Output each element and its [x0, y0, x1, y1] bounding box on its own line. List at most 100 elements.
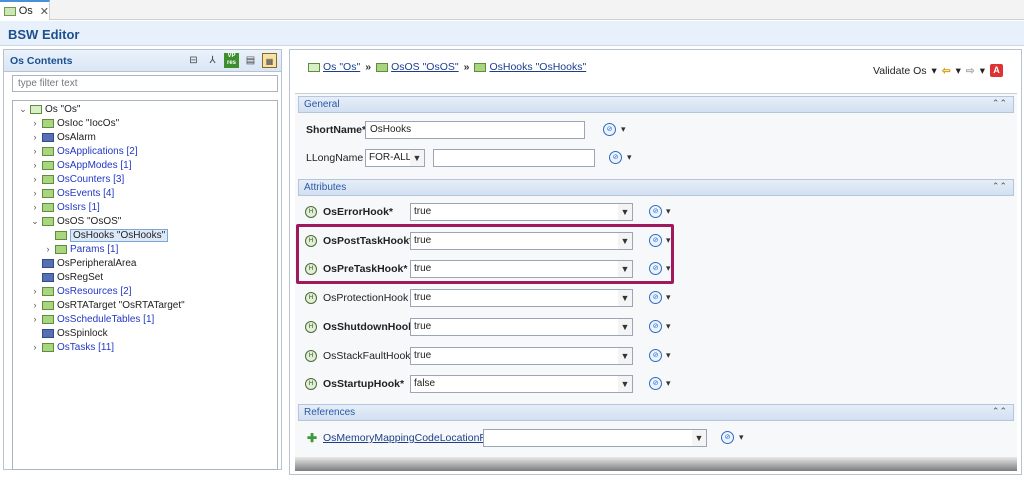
- config-icon[interactable]: ⊘: [649, 205, 662, 218]
- chevron-down-icon[interactable]: ⌄: [31, 216, 39, 227]
- tab-os[interactable]: Os ✕: [0, 0, 50, 20]
- longname-input[interactable]: [433, 149, 595, 167]
- dropdown-arrow-icon[interactable]: ▼: [618, 348, 632, 364]
- osstartuphook-select[interactable]: false ▼: [410, 375, 633, 393]
- config-icon[interactable]: ⊘: [603, 123, 616, 136]
- chevron-down-icon[interactable]: ▾: [621, 124, 626, 135]
- tree-item-osappmodes[interactable]: › OsAppModes [1]: [31, 158, 132, 172]
- config-icon[interactable]: ⊘: [609, 151, 622, 164]
- osshutdownhook-select[interactable]: true ▼: [410, 318, 633, 336]
- tree-item-osregset[interactable]: OsRegSet: [31, 270, 103, 284]
- section-attributes[interactable]: Attributes ⌃⌃: [298, 179, 1014, 196]
- reference-link[interactable]: OsMemoryMappingCodeLocationRef: [323, 432, 496, 444]
- table-view-icon[interactable]: ▦: [262, 53, 277, 68]
- chevron-down-icon[interactable]: ▾: [980, 65, 985, 77]
- tree-item-osapplications[interactable]: › OsApplications [2]: [31, 144, 138, 158]
- dropdown-arrow-icon[interactable]: ▼: [618, 290, 632, 306]
- chevron-down-icon[interactable]: ▾: [666, 292, 671, 303]
- tree-item-osperipheralarea[interactable]: OsPeripheralArea: [31, 256, 136, 270]
- tree-item-osscheduletables[interactable]: › OsScheduleTables [1]: [31, 312, 155, 326]
- chevron-right-icon[interactable]: ›: [31, 160, 39, 170]
- tree-item-osioc[interactable]: › OsIoc "IocOs": [31, 116, 120, 130]
- tree-item-osspinlock[interactable]: OsSpinlock: [31, 326, 108, 340]
- dropdown-arrow-icon[interactable]: ▼: [618, 204, 632, 220]
- config-icon[interactable]: ⊘: [721, 431, 734, 444]
- config-icon[interactable]: ⊘: [649, 349, 662, 362]
- add-reference-icon[interactable]: ✚: [307, 431, 317, 445]
- chevron-right-icon[interactable]: ›: [31, 118, 39, 128]
- longname-language-select[interactable]: FOR-ALL ▼: [365, 149, 425, 167]
- collapse-all-icon[interactable]: ⊟: [186, 53, 201, 68]
- forward-arrow-icon[interactable]: ⇨: [966, 65, 975, 77]
- highlight-box: [296, 224, 674, 284]
- tree-item-params[interactable]: › Params [1]: [44, 242, 119, 256]
- autosar-icon[interactable]: A: [990, 64, 1003, 77]
- tree-item-os[interactable]: ⌄ Os "Os": [19, 102, 80, 116]
- chevron-down-icon[interactable]: ⌄: [19, 104, 27, 115]
- chevron-down-icon[interactable]: ▾: [666, 206, 671, 217]
- config-icon[interactable]: ⊘: [649, 291, 662, 304]
- variant-icon[interactable]: VP res: [224, 53, 239, 68]
- filter-tree-icon[interactable]: ⅄: [205, 53, 220, 68]
- config-icon[interactable]: ⊘: [649, 377, 662, 390]
- dropdown-arrow-icon[interactable]: ▼: [410, 150, 424, 166]
- chevron-right-icon[interactable]: ›: [44, 244, 52, 254]
- codelocationref-select[interactable]: ▼: [483, 429, 707, 447]
- chevron-right-icon[interactable]: ›: [31, 202, 39, 212]
- dropdown-arrow-icon[interactable]: ▼: [618, 319, 632, 335]
- shortname-input[interactable]: OsHooks: [365, 121, 585, 139]
- tree-item-osalarm[interactable]: › OsAlarm: [31, 130, 96, 144]
- hook-param-icon: H: [305, 321, 317, 333]
- chevron-down-icon[interactable]: ▾: [739, 432, 744, 443]
- breadcrumb-oshooks[interactable]: OsHooks "OsHooks": [489, 61, 586, 73]
- tree-item-osrtatarget[interactable]: › OsRTATarget "OsRTATarget": [31, 298, 185, 312]
- document-icon[interactable]: ▤: [243, 53, 258, 68]
- section-references[interactable]: References ⌃⌃: [298, 404, 1014, 421]
- chevron-down-icon[interactable]: ▾: [932, 65, 937, 77]
- chevron-down-icon[interactable]: ▾: [666, 378, 671, 389]
- tree-item-ostasks[interactable]: › OsTasks [11]: [31, 340, 115, 354]
- attribute-row-oserrorhook: H OsErrorHook* true ▼ ⊘ ▾: [303, 202, 1003, 222]
- validation-toolbar: Validate Os ▾ ⇦ ▾ ⇨ ▾ A: [873, 64, 1003, 77]
- chevron-right-icon[interactable]: ›: [31, 342, 39, 352]
- chevron-right-icon[interactable]: ›: [31, 286, 39, 296]
- chevron-right-icon[interactable]: ›: [31, 314, 39, 324]
- hook-param-icon: H: [305, 350, 317, 362]
- breadcrumb-os[interactable]: Os "Os": [323, 61, 360, 73]
- folder-icon: [42, 174, 54, 184]
- osprotectionhook-select[interactable]: true ▼: [410, 289, 633, 307]
- tree-item-osevents[interactable]: › OsEvents [4]: [31, 186, 115, 200]
- chevron-right-icon[interactable]: ›: [31, 146, 39, 156]
- osstackfaulthook-select[interactable]: true ▼: [410, 347, 633, 365]
- config-icon[interactable]: ⊘: [649, 320, 662, 333]
- chevron-down-icon[interactable]: ▾: [666, 350, 671, 361]
- back-arrow-icon[interactable]: ⇦: [942, 65, 951, 77]
- tree-item-osos[interactable]: ⌄ OsOS "OsOS": [31, 214, 121, 228]
- filter-input[interactable]: type filter text: [12, 75, 278, 92]
- tree-item-osresources[interactable]: › OsResources [2]: [31, 284, 132, 298]
- validate-button[interactable]: Validate Os: [873, 65, 927, 77]
- tab-label: Os: [18, 5, 33, 17]
- collapse-icon[interactable]: ⌃⌃: [992, 181, 1007, 192]
- folder-icon: [42, 258, 54, 268]
- section-general[interactable]: General ⌃⌃: [298, 96, 1014, 113]
- chevron-right-icon[interactable]: ›: [31, 300, 39, 310]
- tree-item-oscounters[interactable]: › OsCounters [3]: [31, 172, 125, 186]
- collapse-icon[interactable]: ⌃⌃: [992, 98, 1007, 109]
- tree-item-oshooks[interactable]: OsHooks "OsHooks": [44, 228, 169, 242]
- chevron-right-icon[interactable]: ›: [31, 188, 39, 198]
- chevron-right-icon[interactable]: ›: [31, 132, 39, 142]
- tree-item-osisrs[interactable]: › OsIsrs [1]: [31, 200, 100, 214]
- editor-tab-bar: Os ✕: [0, 0, 1024, 20]
- chevron-down-icon[interactable]: ▾: [627, 152, 632, 163]
- dropdown-arrow-icon[interactable]: ▼: [692, 430, 706, 446]
- chevron-down-icon[interactable]: ▾: [666, 321, 671, 332]
- collapse-icon[interactable]: ⌃⌃: [992, 406, 1007, 417]
- oserrorhook-select[interactable]: true ▼: [410, 203, 633, 221]
- chevron-down-icon[interactable]: ▾: [956, 65, 961, 77]
- close-icon[interactable]: ✕: [40, 5, 49, 18]
- bottom-shadow: [295, 457, 1017, 471]
- breadcrumb-osos[interactable]: OsOS "OsOS": [391, 61, 459, 73]
- dropdown-arrow-icon[interactable]: ▼: [618, 376, 632, 392]
- chevron-right-icon[interactable]: ›: [31, 174, 39, 184]
